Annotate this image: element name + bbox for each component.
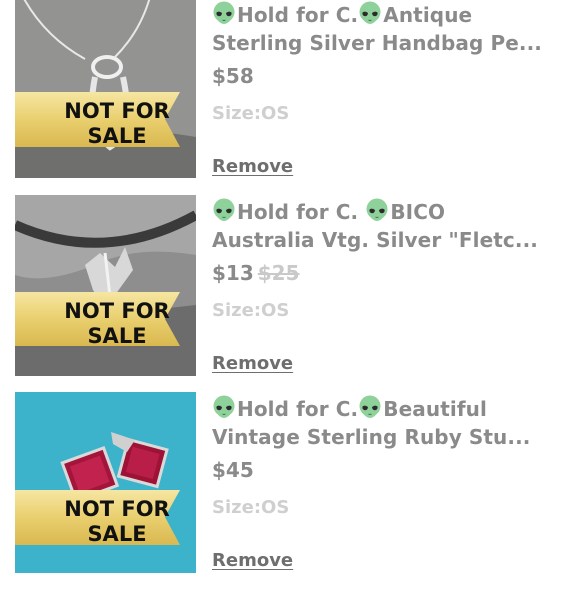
price-row: $45 bbox=[212, 458, 254, 482]
product-thumbnail[interactable]: NOT FOR SALE bbox=[15, 0, 196, 178]
item-title[interactable]: Hold for C. Beautiful Vintage Sterling Ru… bbox=[212, 395, 562, 451]
alien-icon bbox=[212, 1, 236, 25]
cart-item: NOT FOR SALE Hold for C. BICO Australia … bbox=[0, 195, 580, 394]
alien-icon bbox=[365, 198, 389, 222]
product-photo-pendant: NOT FOR SALE bbox=[15, 195, 196, 376]
product-thumbnail[interactable]: NOT FOR SALE bbox=[15, 392, 196, 573]
price: $13 bbox=[212, 261, 254, 285]
title-line1: Hold for C. bbox=[237, 397, 359, 421]
alien-icon bbox=[358, 395, 382, 419]
not-for-sale-line2: SALE bbox=[87, 522, 146, 546]
title-line1b: BICO bbox=[390, 200, 446, 224]
not-for-sale-line2: SALE bbox=[87, 124, 146, 148]
size-label: Size:OS bbox=[212, 497, 290, 518]
alien-icon bbox=[358, 1, 382, 25]
product-thumbnail[interactable]: NOT FOR SALE bbox=[15, 195, 196, 376]
size-label: Size:OS bbox=[212, 300, 290, 321]
title-line1: Hold for C. bbox=[237, 3, 359, 27]
cart-item: NOT FOR SALE Hold for C. Beautiful Vintag… bbox=[0, 392, 580, 591]
item-title[interactable]: Hold for C. BICO Australia Vtg. Silver "… bbox=[212, 198, 562, 254]
remove-link[interactable]: Remove bbox=[212, 353, 293, 374]
title-line1b: Antique bbox=[383, 3, 473, 27]
product-photo-pendant: NOT FOR SALE bbox=[15, 0, 196, 178]
original-price: $25 bbox=[257, 261, 300, 285]
price-row: $58 bbox=[212, 64, 254, 88]
price: $58 bbox=[212, 64, 254, 88]
alien-icon bbox=[212, 395, 236, 419]
item-title[interactable]: Hold for C. Antique Sterling Silver Handb… bbox=[212, 1, 562, 57]
remove-link[interactable]: Remove bbox=[212, 156, 293, 177]
not-for-sale-line1: NOT FOR bbox=[64, 99, 169, 123]
not-for-sale-line2: SALE bbox=[87, 324, 146, 348]
price: $45 bbox=[212, 458, 254, 482]
size-label: Size:OS bbox=[212, 103, 290, 124]
alien-icon bbox=[212, 198, 236, 222]
product-photo-earrings: NOT FOR SALE bbox=[15, 392, 196, 573]
title-line1: Hold for C. bbox=[237, 200, 366, 224]
cart-item: NOT FOR SALE Hold for C. Antique Sterling… bbox=[0, 0, 580, 197]
title-line2: Australia Vtg. Silver "Fletc... bbox=[212, 228, 538, 252]
price-row: $13 $25 bbox=[212, 261, 300, 285]
title-line1b: Beautiful bbox=[383, 397, 487, 421]
not-for-sale-line1: NOT FOR bbox=[64, 299, 169, 323]
title-line2: Sterling Silver Handbag Pe... bbox=[212, 31, 542, 55]
remove-link[interactable]: Remove bbox=[212, 550, 293, 571]
not-for-sale-line1: NOT FOR bbox=[64, 497, 169, 521]
title-line2: Vintage Sterling Ruby Stu... bbox=[212, 425, 531, 449]
